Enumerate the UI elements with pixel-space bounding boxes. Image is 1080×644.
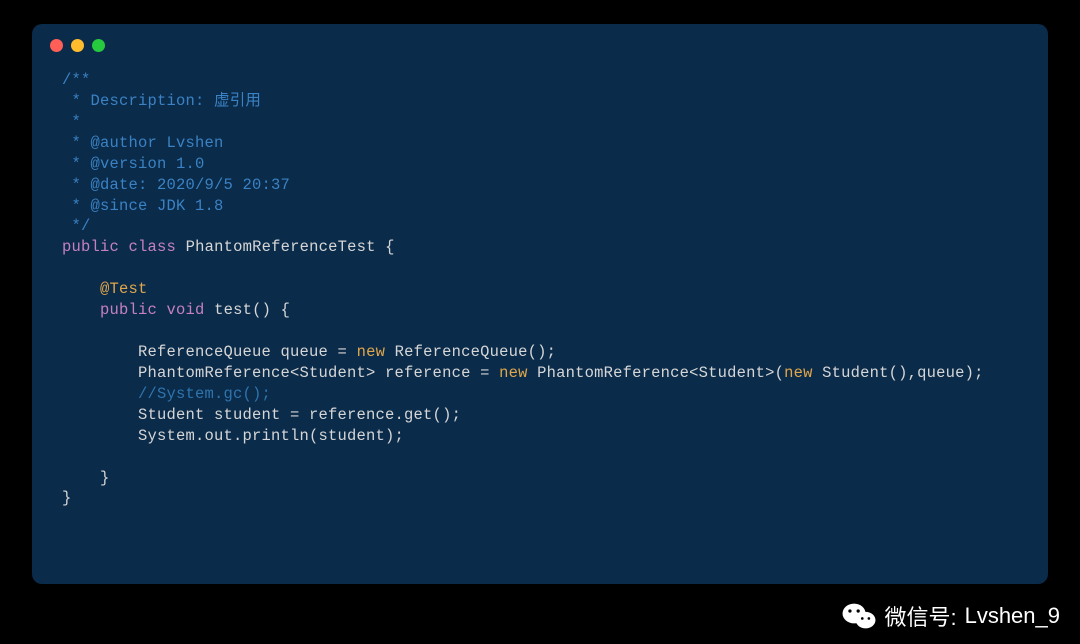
comment-line: * @version 1.0	[62, 155, 205, 173]
kw-class: class	[129, 238, 177, 256]
kw-void: void	[167, 301, 205, 319]
code-text: PhantomReference<Student> reference =	[138, 364, 499, 382]
annotation-test: @Test	[100, 280, 148, 298]
brace: {	[376, 238, 395, 256]
watermark-label: 微信号:	[884, 600, 956, 632]
comment-line: //System.gc();	[138, 385, 271, 403]
comment-line: *	[62, 113, 81, 131]
code-text: System.out.println(student);	[138, 427, 404, 445]
kw-new: new	[357, 343, 386, 361]
maximize-icon[interactable]	[92, 39, 105, 52]
kw-new: new	[499, 364, 528, 382]
kw-new: new	[784, 364, 813, 382]
class-name: PhantomReferenceTest	[186, 238, 376, 256]
brace: }	[62, 489, 72, 507]
comment-line: * @since JDK 1.8	[62, 197, 224, 215]
indent	[62, 343, 138, 361]
indent	[62, 301, 100, 319]
wechat-icon	[842, 602, 876, 630]
indent	[62, 364, 138, 382]
kw-public: public	[62, 238, 119, 256]
indent	[62, 406, 138, 424]
method-name: test	[214, 301, 252, 319]
indent	[62, 280, 100, 298]
code-block: /** * Description: 虚引用 * * @author Lvshe…	[32, 66, 1048, 529]
window-titlebar	[32, 24, 1048, 66]
comment-line: * @date: 2020/9/5 20:37	[62, 176, 290, 194]
code-window: /** * Description: 虚引用 * * @author Lvshe…	[32, 24, 1048, 584]
indent	[62, 385, 138, 403]
kw-public: public	[100, 301, 157, 319]
brace: }	[100, 469, 110, 487]
code-text: ReferenceQueue queue =	[138, 343, 357, 361]
paren-brace: () {	[252, 301, 290, 319]
comment-line: /**	[62, 71, 91, 89]
code-text: Student student = reference.get();	[138, 406, 461, 424]
watermark: 微信号: Lvshen_9	[842, 600, 1060, 632]
indent	[62, 469, 100, 487]
code-text: PhantomReference<Student>(	[528, 364, 785, 382]
indent	[62, 427, 138, 445]
comment-line: * @author Lvshen	[62, 134, 224, 152]
minimize-icon[interactable]	[71, 39, 84, 52]
watermark-handle: Lvshen_9	[965, 603, 1060, 629]
code-text: Student(),queue);	[813, 364, 984, 382]
comment-line: * Description: 虚引用	[62, 92, 261, 110]
code-text: ReferenceQueue();	[385, 343, 556, 361]
comment-line: */	[62, 217, 91, 235]
close-icon[interactable]	[50, 39, 63, 52]
